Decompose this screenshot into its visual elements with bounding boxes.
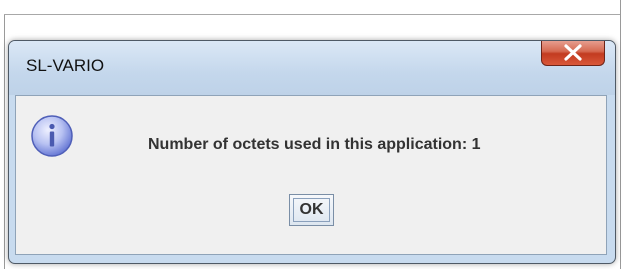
message-text: Number of octets used in this applicatio… bbox=[148, 136, 481, 153]
ok-button-label: OK bbox=[299, 201, 324, 218]
background-window-border-top bbox=[4, 14, 621, 15]
dialog-content: Number of octets used in this applicatio… bbox=[15, 95, 607, 255]
close-icon bbox=[564, 44, 582, 61]
dialog-title-bar[interactable]: SL-VARIO bbox=[9, 41, 615, 95]
background-window-border-left bbox=[4, 14, 5, 269]
background-window-border-right bbox=[620, 0, 621, 269]
message-dialog: SL-VARIO Number of octets used in this a… bbox=[8, 40, 616, 264]
ok-button[interactable]: OK bbox=[289, 194, 334, 226]
dialog-title: SL-VARIO bbox=[26, 56, 105, 75]
close-button[interactable] bbox=[541, 41, 605, 66]
info-icon bbox=[31, 115, 73, 157]
